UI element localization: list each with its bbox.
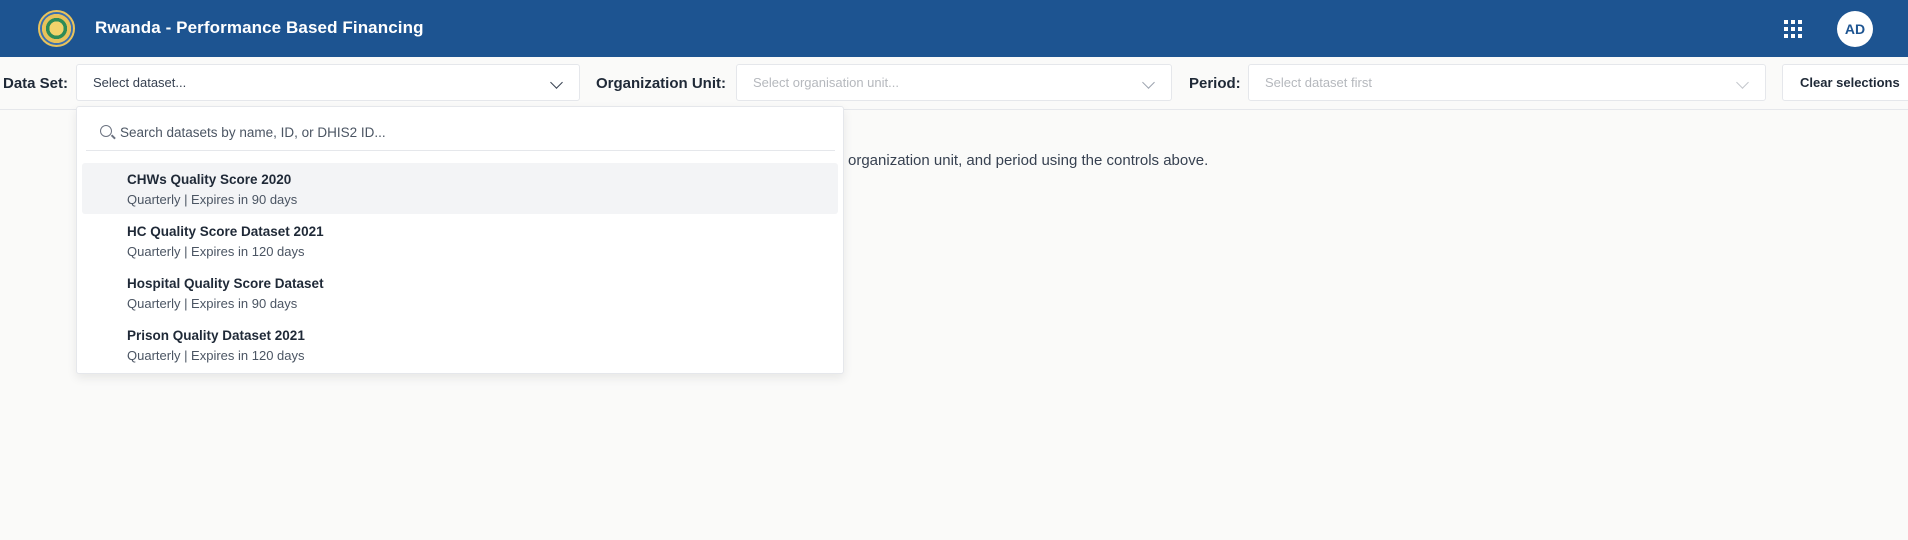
dataset-option[interactable]: CHWs Quality Score 2020 Quarterly | Expi…: [82, 163, 838, 214]
apps-grid-icon[interactable]: [1784, 20, 1802, 38]
search-icon: [100, 125, 112, 137]
filter-bar: Data Set: Select dataset... Organization…: [0, 57, 1908, 110]
dataset-option-name: Prison Quality Dataset 2021: [127, 328, 305, 343]
chevron-down-icon: [1142, 76, 1155, 89]
period-select-value: Select dataset first: [1265, 75, 1372, 90]
clear-selections-button[interactable]: Clear selections: [1782, 64, 1908, 101]
dataset-label: Data Set:: [3, 75, 69, 92]
dataset-option-name: Hospital Quality Score Dataset: [127, 276, 324, 291]
dataset-select-value: Select dataset...: [93, 75, 187, 90]
dataset-option-meta: Quarterly | Expires in 120 days: [127, 348, 305, 363]
dataset-option-meta: Quarterly | Expires in 90 days: [127, 192, 298, 207]
app-root: Rwanda - Performance Based Financing AD …: [0, 0, 1908, 540]
dataset-option[interactable]: Hospital Quality Score Dataset Quarterly…: [82, 267, 838, 318]
period-label: Period:: [1189, 75, 1241, 92]
chevron-down-icon: [1736, 76, 1749, 89]
dataset-option[interactable]: Prison Quality Dataset 2021 Quarterly | …: [82, 319, 838, 370]
dataset-search: [86, 113, 835, 151]
instruction-text: organization unit, and period using the …: [848, 152, 1209, 169]
org-unit-select-value: Select organisation unit...: [753, 75, 899, 90]
coat-of-arms-logo-icon[interactable]: [38, 10, 75, 47]
dataset-select[interactable]: Select dataset...: [76, 64, 580, 101]
dataset-search-input[interactable]: [120, 119, 820, 145]
user-avatar[interactable]: AD: [1837, 11, 1873, 47]
app-title: Rwanda - Performance Based Financing: [95, 18, 424, 37]
period-select[interactable]: Select dataset first: [1248, 64, 1766, 101]
top-header: Rwanda - Performance Based Financing AD: [0, 0, 1908, 57]
dataset-option-meta: Quarterly | Expires in 90 days: [127, 296, 298, 311]
org-unit-label: Organization Unit:: [596, 75, 726, 92]
dataset-option-meta: Quarterly | Expires in 120 days: [127, 244, 305, 259]
dataset-option-name: CHWs Quality Score 2020: [127, 172, 292, 187]
chevron-down-icon: [550, 76, 563, 89]
dataset-option-name: HC Quality Score Dataset 2021: [127, 224, 324, 239]
org-unit-select[interactable]: Select organisation unit...: [736, 64, 1172, 101]
dataset-option[interactable]: HC Quality Score Dataset 2021 Quarterly …: [82, 215, 838, 266]
dataset-dropdown: CHWs Quality Score 2020 Quarterly | Expi…: [76, 106, 844, 374]
